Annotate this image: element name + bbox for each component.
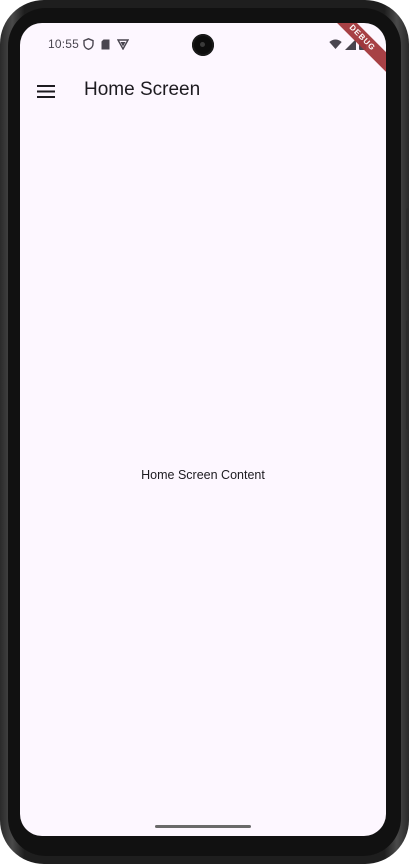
shield-icon [83, 38, 94, 50]
phone-frame: 10:55 DEBUG Home Screen Home Screen Cont… [0, 0, 409, 864]
home-screen-content: Home Screen Content [141, 468, 265, 482]
wifi-icon [329, 39, 342, 49]
vpn-shield-icon [117, 38, 129, 50]
front-camera [192, 34, 214, 56]
gesture-navigation-bar[interactable] [155, 825, 251, 828]
menu-button[interactable] [32, 77, 60, 105]
app-bar: Home Screen [20, 67, 386, 115]
status-bar: 10:55 DEBUG [20, 23, 386, 76]
page-title: Home Screen [84, 79, 201, 100]
status-icons-left [83, 38, 129, 50]
status-time: 10:55 [48, 37, 80, 51]
app-screen: 10:55 DEBUG Home Screen Home Screen Cont… [20, 23, 386, 836]
menu-icon [37, 84, 55, 98]
sd-card-icon [101, 39, 110, 49]
